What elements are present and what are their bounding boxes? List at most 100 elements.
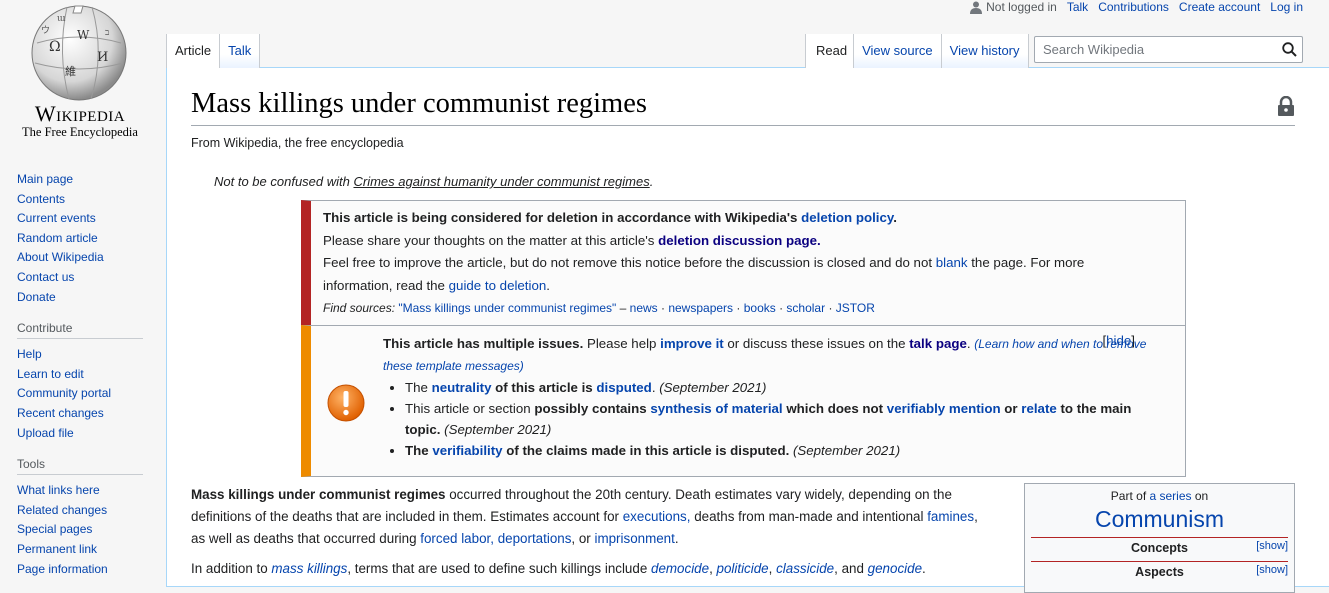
search-icon bbox=[1281, 42, 1297, 57]
section-label: Aspects bbox=[1135, 565, 1184, 579]
series-link[interactable]: a series bbox=[1149, 489, 1191, 503]
hatnote-link[interactable]: Crimes against humanity under communist … bbox=[353, 174, 649, 189]
blank-link[interactable]: blank bbox=[936, 255, 968, 270]
intro-paragraph-2: In addition to mass killings, terms that… bbox=[191, 558, 991, 580]
svg-text:Ω: Ω bbox=[49, 39, 61, 55]
sidebar-item-help[interactable]: Help bbox=[17, 347, 42, 361]
issue-text: or bbox=[1000, 401, 1022, 416]
deletion-policy-link[interactable]: deletion policy bbox=[801, 210, 893, 225]
imprisonment-link[interactable]: imprisonment bbox=[594, 531, 674, 546]
issue-text: of this article is bbox=[491, 380, 597, 395]
sidebar-item-special-pages[interactable]: Special pages bbox=[17, 522, 92, 536]
deletion-line2: Please share your thoughts on the matter… bbox=[323, 232, 659, 248]
create-account-link[interactable]: Create account bbox=[1179, 0, 1260, 14]
sidebar-navigation: Main page Contents Current events Random… bbox=[0, 170, 160, 307]
svg-text:ב: ב bbox=[105, 28, 109, 38]
classicide-link[interactable]: classicide bbox=[776, 561, 834, 576]
search-input[interactable] bbox=[1041, 41, 1276, 58]
sidebar-item-random-article[interactable]: Random article bbox=[17, 231, 98, 245]
democide-link[interactable]: democide bbox=[651, 561, 709, 576]
issue-text: of the claims made in this article is di… bbox=[502, 443, 790, 458]
view-tabs: Read View source View history bbox=[805, 34, 1029, 68]
deletion-discussion-link[interactable]: deletion discussion page. bbox=[658, 233, 821, 248]
find-news-link[interactable]: news bbox=[630, 301, 658, 315]
personal-talk-link[interactable]: Talk bbox=[1067, 0, 1088, 14]
sidebar-item-recent-changes[interactable]: Recent changes bbox=[17, 406, 104, 420]
find-newspapers-link[interactable]: newspapers bbox=[668, 301, 733, 315]
genocide-link[interactable]: genocide bbox=[868, 561, 922, 576]
mass-killings-link[interactable]: mass killings bbox=[271, 561, 347, 576]
tab-article[interactable]: Article bbox=[166, 34, 221, 68]
search-button[interactable] bbox=[1276, 37, 1302, 63]
svg-text:И: И bbox=[97, 50, 108, 65]
sidebar-item-learn-to-edit[interactable]: Learn to edit bbox=[17, 367, 84, 381]
relate-link[interactable]: relate bbox=[1021, 401, 1056, 416]
sidebar-item-about-wikipedia[interactable]: About Wikipedia bbox=[17, 250, 104, 264]
svg-text:ウ: ウ bbox=[41, 25, 50, 36]
deletion-line4-end: . bbox=[546, 277, 550, 293]
politicide-link[interactable]: politicide bbox=[717, 561, 769, 576]
para-text: In addition to bbox=[191, 561, 272, 576]
navbox-title[interactable]: Communism bbox=[1031, 505, 1288, 533]
issue-date: (September 2021) bbox=[792, 443, 901, 458]
issue-text: This article or section bbox=[405, 401, 535, 416]
para-text: . bbox=[674, 531, 679, 546]
contributions-link[interactable]: Contributions bbox=[1098, 0, 1169, 14]
show-aspects-toggle[interactable]: [show] bbox=[1256, 564, 1288, 576]
deletion-line3-end: the page. For more bbox=[967, 255, 1085, 270]
executions-link[interactable]: executions, bbox=[623, 509, 691, 524]
svg-text:ɯ: ɯ bbox=[57, 14, 66, 24]
sidebar-item-main-page[interactable]: Main page bbox=[17, 172, 73, 186]
lock-icon[interactable] bbox=[1277, 96, 1295, 116]
personal-tools: Not logged in Talk Contributions Create … bbox=[970, 0, 1303, 14]
svg-text:維: 維 bbox=[65, 65, 76, 78]
log-in-link[interactable]: Log in bbox=[1270, 0, 1303, 14]
hide-link[interactable]: hide bbox=[1106, 333, 1131, 348]
multiple-issues-notice: This article has multiple issues. Please… bbox=[301, 325, 1186, 477]
sidebar-item-permanent-link[interactable]: Permanent link bbox=[17, 542, 97, 556]
sidebar-item-donate[interactable]: Donate bbox=[17, 290, 56, 304]
sidebar-item-contact-us[interactable]: Contact us bbox=[17, 270, 74, 284]
find-sources-query-link[interactable]: "Mass killings under communist regimes" bbox=[398, 301, 616, 315]
sidebar-item-community-portal[interactable]: Community portal bbox=[17, 386, 111, 400]
verifiability-link[interactable]: verifiability bbox=[432, 443, 502, 458]
para-text: , bbox=[768, 561, 777, 576]
find-jstor-link[interactable]: JSTOR bbox=[836, 301, 875, 315]
improve-it-link[interactable]: improve it bbox=[660, 336, 724, 351]
sidebar-item-upload-file[interactable]: Upload file bbox=[17, 426, 74, 440]
talk-page-link[interactable]: talk page bbox=[909, 336, 967, 351]
tab-talk[interactable]: Talk bbox=[220, 34, 261, 68]
sidebar-item-what-links-here[interactable]: What links here bbox=[17, 483, 100, 497]
forced-labor-link[interactable]: forced labor, bbox=[420, 531, 494, 546]
issues-text1: Please help bbox=[583, 336, 661, 351]
sidebar-item-contents[interactable]: Contents bbox=[17, 192, 65, 206]
deportations-link[interactable]: deportations bbox=[498, 531, 572, 546]
sidebar-contribute: Contribute Help Learn to edit Community … bbox=[0, 321, 160, 443]
hatnote-suffix: . bbox=[649, 174, 654, 189]
tab-read[interactable]: Read bbox=[805, 34, 855, 68]
para-text: , bbox=[709, 561, 717, 576]
sidebar-item-related-changes[interactable]: Related changes bbox=[17, 503, 107, 517]
issue-text: The bbox=[405, 443, 433, 458]
synthesis-link[interactable]: synthesis of material bbox=[650, 401, 782, 416]
wikipedia-logo[interactable]: Ω W И 維 ウ ɯ ב Wikipedia The Free Encyclo… bbox=[0, 0, 160, 160]
sidebar-item-current-events[interactable]: Current events bbox=[17, 211, 96, 225]
sidebar-item-page-information[interactable]: Page information bbox=[17, 562, 108, 576]
tab-view-history[interactable]: View history bbox=[941, 34, 1029, 68]
find-sources-label: Find sources: bbox=[323, 301, 399, 315]
part-of-series: Part of a series on bbox=[1031, 487, 1288, 505]
tab-view-source[interactable]: View source bbox=[854, 34, 942, 68]
find-scholar-link[interactable]: scholar bbox=[786, 301, 825, 315]
neutrality-link[interactable]: neutrality bbox=[432, 380, 492, 395]
disputed-link[interactable]: disputed bbox=[596, 380, 651, 395]
deletion-heading-end: . bbox=[893, 210, 897, 225]
deletion-line3: Feel free to improve the article, but do… bbox=[323, 255, 936, 270]
show-concepts-toggle[interactable]: [show] bbox=[1256, 540, 1288, 552]
verifiably-mention-link[interactable]: verifiably mention bbox=[887, 401, 1001, 416]
famines-link[interactable]: famines bbox=[927, 509, 974, 524]
issue-date: (September 2021) bbox=[659, 380, 767, 395]
search-box bbox=[1034, 36, 1303, 63]
part-of-text: Part of bbox=[1110, 489, 1150, 503]
find-books-link[interactable]: books bbox=[744, 301, 776, 315]
guide-to-deletion-link[interactable]: guide to deletion bbox=[449, 278, 547, 293]
